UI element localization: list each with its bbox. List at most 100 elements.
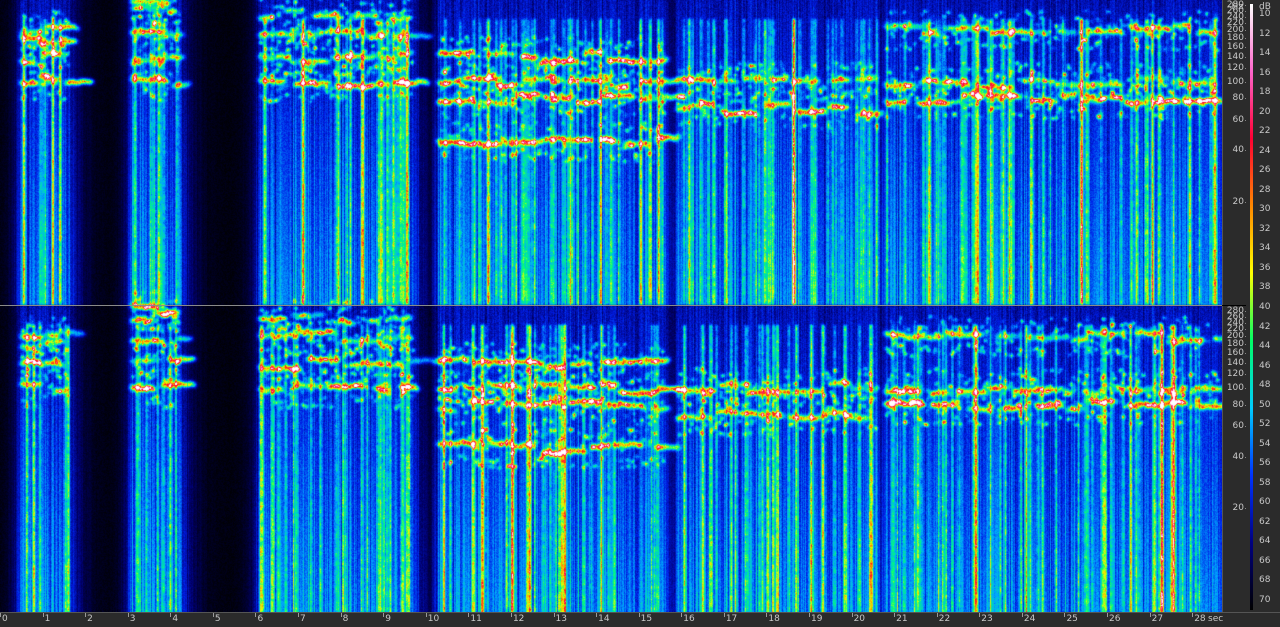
time-tick-label: 8	[342, 614, 349, 624]
freq-tick-label: 20	[1232, 503, 1249, 514]
time-tick-mark	[766, 613, 768, 617]
time-tick-label: 4	[172, 614, 179, 624]
time-tick-mark	[808, 613, 810, 617]
db-tick-label: 36	[1259, 262, 1271, 273]
time-tick-mark	[1064, 613, 1066, 617]
time-tick-mark	[255, 613, 257, 617]
db-tick-label: 10	[1259, 9, 1271, 19]
frequency-axis-bottom: 280 260 240 220 200 180 160 140 120 100 80 60 40 20	[1222, 306, 1249, 612]
freq-tick-label: 160	[1226, 41, 1249, 52]
time-tick-mark	[936, 613, 938, 617]
time-tick-mark	[340, 613, 342, 617]
time-tick-mark	[42, 613, 44, 617]
time-tick-label: 23	[981, 614, 993, 624]
db-tick-label: 58	[1259, 477, 1271, 488]
db-tick-label: 18	[1259, 87, 1271, 98]
db-tick-label: 24	[1259, 145, 1271, 156]
time-tick-label: 2	[87, 614, 93, 624]
time-tick-label: 25	[1066, 614, 1078, 624]
time-tick-label: 20	[853, 614, 866, 624]
db-colorbar: dB 10 12 14 16 18 20 22 24 26 28 30 32 34 36 38 40 42 44 46…	[1246, 0, 1280, 612]
time-tick-mark	[298, 613, 300, 617]
db-tick-label: 64	[1259, 536, 1271, 547]
time-tick-label: 18	[768, 614, 780, 624]
time-tick-label: 12	[512, 614, 525, 624]
db-tick-label: 50	[1259, 399, 1271, 410]
time-tick-mark	[468, 613, 470, 617]
db-tick-label: 70	[1259, 595, 1271, 605]
time-tick-mark	[127, 613, 129, 617]
time-tick-mark	[553, 613, 555, 617]
time-tick-mark	[1107, 613, 1109, 617]
freq-tick-label: 140	[1226, 357, 1249, 368]
db-tick-label: 40	[1259, 302, 1271, 312]
time-tick-label: 5	[214, 614, 221, 624]
db-tick-label: 14	[1259, 48, 1271, 59]
db-tick-label: 42	[1259, 321, 1271, 332]
time-tick-mark	[1021, 613, 1023, 617]
time-tick-label: 19	[810, 614, 823, 624]
freq-tick-label: 100	[1226, 383, 1249, 394]
time-tick-label: 17	[725, 614, 738, 624]
time-tick-mark	[979, 613, 981, 617]
db-tick-label: 48	[1259, 380, 1271, 391]
freq-tick-label: 80	[1232, 93, 1249, 104]
time-tick-label: 21	[896, 614, 908, 624]
time-tick-mark	[510, 613, 512, 617]
time-tick-mark	[681, 613, 683, 617]
db-tick-label: 60	[1259, 497, 1271, 508]
freq-tick-label: 160	[1226, 347, 1249, 358]
time-tick-label: 10	[427, 614, 440, 624]
time-tick-label: 14	[598, 614, 610, 624]
time-tick-mark	[638, 613, 640, 617]
time-tick-label: 6	[257, 614, 264, 624]
db-tick-label: 44	[1259, 341, 1271, 352]
freq-tick-label: 120	[1226, 369, 1249, 380]
time-tick-mark	[0, 613, 1, 617]
time-tick-mark	[212, 613, 214, 617]
db-tick-label: 12	[1259, 28, 1271, 39]
db-tick-label: 38	[1259, 282, 1271, 293]
freq-tick-label: 60	[1232, 421, 1249, 432]
time-tick-label: 9	[385, 614, 391, 624]
freq-tick-label: 20	[1232, 196, 1249, 207]
sec-unit-label: sec	[1208, 614, 1224, 624]
db-tick-label: 56	[1259, 458, 1271, 469]
db-tick-label: 28	[1259, 184, 1271, 195]
db-colorbar-gradient	[1250, 4, 1253, 610]
time-tick-mark	[1192, 613, 1194, 617]
time-axis: 0 1 2 3 4 5 6 7 8 9 10 11 12 13 14 15 16 17 18 19 20 21 22 23 24…	[0, 612, 1280, 627]
time-tick-mark	[894, 613, 896, 617]
db-tick-label: 34	[1259, 243, 1271, 254]
db-tick-label: 46	[1259, 360, 1271, 371]
freq-tick-label: 60	[1232, 114, 1249, 125]
time-tick-mark	[723, 613, 725, 617]
freq-tick-label: 140	[1226, 51, 1249, 62]
time-tick-label: 22	[938, 614, 951, 624]
db-tick-label: 30	[1259, 204, 1271, 215]
freq-tick-label: 80	[1232, 399, 1249, 410]
freq-tick-label: 40	[1232, 451, 1249, 462]
time-tick-mark	[383, 613, 385, 617]
db-tick-label: 54	[1259, 438, 1271, 449]
channel-divider	[0, 305, 1222, 306]
time-tick-label: 27	[1151, 614, 1164, 624]
spectrogram-canvas	[0, 0, 1222, 612]
time-tick-label: 1	[44, 614, 51, 624]
db-tick-label: 52	[1259, 419, 1271, 430]
time-tick-label: 3	[129, 614, 136, 624]
time-tick-mark	[1149, 613, 1151, 617]
db-tick-label: 62	[1259, 516, 1271, 527]
time-tick-label: 16	[683, 614, 695, 624]
time-tick-mark	[851, 613, 853, 617]
time-tick-mark	[85, 613, 87, 617]
db-tick-label: 22	[1259, 126, 1271, 137]
freq-tick-label: 100	[1226, 76, 1249, 87]
db-tick-label: 20	[1259, 106, 1271, 117]
time-tick-label: 15	[640, 614, 653, 624]
db-tick-label: 66	[1259, 555, 1271, 566]
time-tick-label: 7	[300, 614, 306, 624]
time-tick-label: 24	[1023, 614, 1036, 624]
freq-tick-label: 120	[1226, 63, 1249, 74]
frequency-axis-top: 280 260 240 220 200 180 160 140 120 100 80 60 40 20 Hz	[1222, 0, 1249, 305]
